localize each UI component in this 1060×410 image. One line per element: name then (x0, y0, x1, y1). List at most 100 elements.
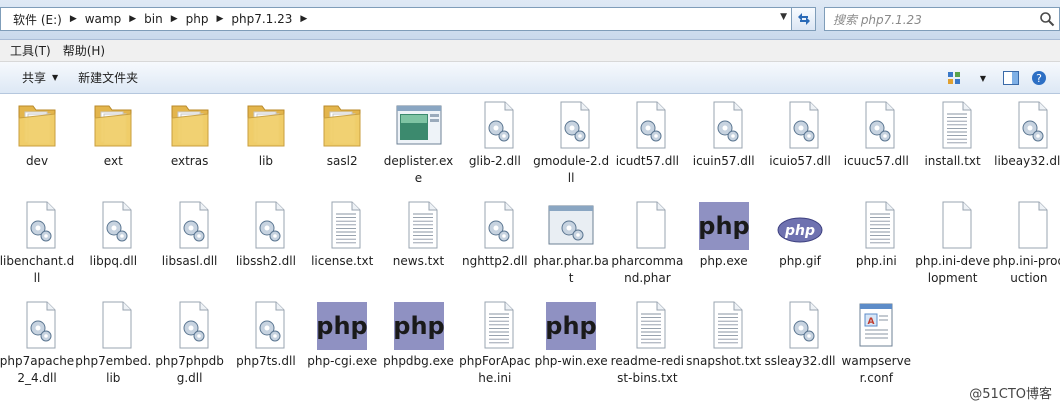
folder-icon (152, 96, 228, 150)
file-name: icuin57.dll (692, 154, 755, 168)
file-item[interactable]: phar.phar.bat (533, 196, 609, 287)
file-item[interactable]: glib-2.dll (457, 96, 533, 170)
file-item[interactable]: deplister.exe (381, 96, 457, 187)
menu-help[interactable]: 帮助(H) (57, 42, 111, 59)
file-name: php7phpdbg.dll (155, 354, 224, 385)
chevron-right-icon[interactable]: ▶ (298, 14, 309, 24)
menu-tools[interactable]: 工具(T) (4, 42, 57, 59)
file-item[interactable]: icudt57.dll (609, 96, 685, 170)
file-item[interactable]: php phpdbg.exe (381, 296, 457, 370)
file-name: deplister.exe (383, 154, 454, 185)
file-item[interactable]: php.ini-development (915, 196, 991, 287)
batch-file-icon (533, 196, 609, 250)
file-name: extras (170, 154, 209, 168)
file-item[interactable]: php php-win.exe (533, 296, 609, 370)
svg-text:php: php (546, 312, 596, 340)
menu-bar: 工具(T) 帮助(H) (0, 40, 1060, 62)
file-item[interactable]: pharcommand.phar (609, 196, 685, 287)
file-item[interactable]: ext (75, 96, 151, 170)
file-item[interactable]: icuio57.dll (762, 96, 838, 170)
file-item[interactable]: icuin57.dll (686, 96, 762, 170)
file-item[interactable]: Awampserver.conf (838, 296, 914, 387)
search-input[interactable]: 搜索 php7.1.23 (824, 7, 1060, 31)
file-item[interactable]: icuuc57.dll (838, 96, 914, 170)
file-item[interactable]: news.txt (381, 196, 457, 270)
file-item[interactable]: readme-redist-bins.txt (609, 296, 685, 387)
search-icon[interactable] (1039, 11, 1055, 27)
file-name: news.txt (392, 254, 445, 268)
file-item[interactable]: sasl2 (304, 96, 380, 170)
view-grid-icon (948, 72, 960, 84)
new-folder-button[interactable]: 新建文件夹 (68, 62, 148, 93)
php-exe-icon: php (304, 296, 380, 350)
breadcrumb-drive[interactable]: 软件 (E:) (7, 11, 68, 28)
file-item[interactable]: libpq.dll (75, 196, 151, 270)
address-bar[interactable]: 软件 (E:) ▶ wamp ▶ bin ▶ php ▶ php7.1.23 ▶… (0, 7, 792, 31)
file-item[interactable]: snapshot.txt (686, 296, 762, 370)
file-item[interactable]: php php.exe (686, 196, 762, 270)
file-name: php-win.exe (534, 354, 608, 368)
file-item[interactable]: php7phpdbg.dll (152, 296, 228, 387)
chevron-right-icon[interactable]: ▶ (68, 14, 79, 24)
file-name: readme-redist-bins.txt (610, 354, 685, 385)
file-name: php.gif (779, 254, 821, 268)
file-name: php-cgi.exe (307, 354, 378, 368)
svg-text:A: A (868, 317, 875, 327)
file-name: snapshot.txt (686, 354, 762, 368)
file-item[interactable]: php7apache2_4.dll (0, 296, 75, 387)
file-item[interactable]: libenchant.dll (0, 196, 75, 287)
file-item[interactable]: ssleay32.dll (762, 296, 838, 370)
file-item[interactable]: gmodule-2.dll (533, 96, 609, 187)
file-item[interactable]: lib (228, 96, 304, 170)
help-button[interactable]: ? (1030, 70, 1048, 86)
chevron-right-icon[interactable]: ▶ (169, 14, 180, 24)
php-logo-icon: php (762, 196, 838, 250)
change-view-button[interactable] (946, 70, 964, 86)
file-item[interactable]: license.txt (304, 196, 380, 270)
breadcrumb-wamp[interactable]: wamp (79, 12, 127, 26)
chevron-right-icon[interactable]: ▶ (127, 14, 138, 24)
breadcrumb-php7123[interactable]: php7.1.23 (225, 12, 298, 26)
chevron-down-icon[interactable]: ▼ (780, 12, 787, 22)
file-item[interactable]: dev (0, 96, 75, 170)
config-file-icon: A (838, 296, 914, 350)
preview-pane-button[interactable] (1002, 70, 1020, 86)
file-name: dev (25, 154, 49, 168)
blank-file-icon (915, 196, 991, 250)
breadcrumb-bin[interactable]: bin (138, 12, 169, 26)
file-item[interactable]: libsasl.dll (152, 196, 228, 270)
file-item[interactable]: libeay32.dll (991, 96, 1060, 170)
chevron-down-icon: ▼ (52, 73, 59, 82)
dll-file-icon (0, 196, 75, 250)
share-label: 共享 (22, 71, 47, 85)
php-exe-icon: php (686, 196, 762, 250)
text-file-icon (609, 296, 685, 350)
breadcrumb-php[interactable]: php (180, 12, 215, 26)
file-item[interactable]: nghttp2.dll (457, 196, 533, 270)
dll-file-icon (609, 96, 685, 150)
file-item[interactable]: phpForApache.ini (457, 296, 533, 387)
file-item[interactable]: php7embed.lib (75, 296, 151, 387)
dll-file-icon (457, 96, 533, 150)
text-file-icon (915, 96, 991, 150)
file-item[interactable]: php php.gif (762, 196, 838, 270)
dll-file-icon (457, 196, 533, 250)
refresh-button[interactable] (792, 7, 816, 31)
chevron-right-icon[interactable]: ▶ (214, 14, 225, 24)
blank-file-icon (609, 196, 685, 250)
file-name: php.ini (855, 254, 897, 268)
text-file-icon (457, 296, 533, 350)
file-item[interactable]: php php-cgi.exe (304, 296, 380, 370)
file-name: phpForApache.ini (459, 354, 531, 385)
share-button[interactable]: 共享 ▼ (0, 62, 68, 93)
dll-file-icon (228, 296, 304, 350)
dll-file-icon (838, 96, 914, 150)
file-item[interactable]: php.ini-production (991, 196, 1060, 287)
file-item[interactable]: php7ts.dll (228, 296, 304, 370)
view-options-button[interactable]: ▼ (974, 70, 992, 86)
file-item[interactable]: php.ini (838, 196, 914, 270)
file-item[interactable]: libssh2.dll (228, 196, 304, 270)
file-name: php7ts.dll (236, 354, 296, 368)
file-item[interactable]: extras (152, 96, 228, 170)
file-item[interactable]: install.txt (915, 96, 991, 170)
